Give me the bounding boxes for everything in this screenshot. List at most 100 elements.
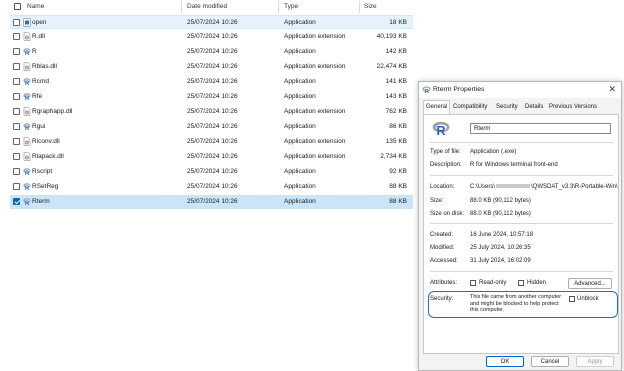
file-date-modified: 25/07/2024 10:26 [187, 63, 238, 70]
file-row[interactable]: R Rgui 25/07/2024 10:26 Application 86 KB [10, 120, 413, 134]
column-header-type[interactable]: Type [284, 3, 298, 10]
attributes-label: Attributes: [430, 280, 458, 286]
svg-text:R: R [437, 124, 446, 136]
unblock-checkbox[interactable] [569, 296, 575, 302]
file-name: open [32, 19, 47, 26]
dialog-titlebar[interactable]: R Rterm Properties ✕ [419, 82, 621, 98]
select-all-checkbox[interactable] [14, 3, 21, 10]
file-row[interactable]: Riconv.dll 25/07/2024 10:26 Application ex… [10, 135, 413, 149]
row-checkbox[interactable] [13, 153, 20, 160]
tab-compatibility[interactable]: Compatibility [451, 101, 489, 114]
row-checkbox[interactable] [13, 198, 20, 205]
security-label: Security: [430, 296, 454, 302]
read-only-label[interactable]: Read-only [479, 280, 506, 286]
file-type: Application [284, 19, 316, 26]
security-warning-text: This file came from another computer and… [470, 294, 562, 313]
apply-button[interactable]: Apply [576, 356, 614, 367]
column-header-size[interactable]: Size [364, 3, 377, 10]
advanced-button[interactable]: Advanced... [568, 278, 612, 289]
file-name: R.dll [32, 33, 46, 40]
column-divider[interactable] [359, 1, 360, 13]
row-checkbox[interactable] [13, 33, 20, 40]
close-button[interactable]: ✕ [608, 84, 616, 95]
r-app-icon: R [23, 77, 31, 87]
row-checkbox[interactable] [13, 78, 20, 85]
app-doc-icon [23, 18, 31, 27]
created-value: 16 June 2024, 10:57:18 [470, 232, 534, 238]
hidden-label[interactable]: Hidden [527, 280, 546, 286]
location-label: Location: [430, 184, 455, 190]
file-explorer-list: Name Date modified Type Size open 25/07/2… [0, 0, 418, 371]
file-row[interactable]: R Rcmd 25/07/2024 10:26 Application 141 KB [10, 75, 413, 89]
description-value: R for Windows terminal front-end [470, 162, 558, 168]
tab-details[interactable]: Details [523, 101, 545, 114]
file-type: Application [284, 168, 316, 175]
unblock-label[interactable]: Unblock [577, 296, 599, 302]
file-date-modified: 25/07/2024 10:26 [187, 123, 238, 130]
tab-previous-versions[interactable]: Previous Versions [547, 101, 599, 114]
file-row[interactable]: Rgraphapp.dll 25/07/2024 10:26 Application… [10, 105, 413, 119]
tab-general[interactable]: General [423, 100, 451, 114]
location-path-end: \QWSDAT_v3.3\R-Portable-Win\ [531, 184, 618, 190]
file-row[interactable]: R Rterm 25/07/2024 10:26 Application 88 KB [10, 195, 413, 209]
row-checkbox[interactable] [13, 138, 20, 145]
row-checkbox[interactable] [13, 93, 20, 100]
file-name: Rgraphapp.dll [32, 108, 73, 115]
file-row[interactable]: R R 25/07/2024 10:26 Application 142 KB [10, 45, 413, 59]
file-row[interactable]: R Rfe 25/07/2024 10:26 Application 143 KB [10, 90, 413, 104]
file-name: RSetReg [32, 183, 59, 190]
r-app-icon: R [23, 197, 31, 207]
file-type: Application [284, 93, 316, 100]
file-size: 40,193 KB [376, 33, 407, 40]
row-checkbox[interactable] [13, 123, 20, 130]
svg-text:R: R [25, 171, 30, 176]
file-date-modified: 25/07/2024 10:26 [187, 198, 238, 205]
accessed-label: Accessed: [430, 258, 458, 264]
ok-button[interactable]: OK [486, 356, 524, 367]
size-on-disk-value: 88.0 KB (90,112 bytes) [470, 211, 531, 217]
svg-text:R: R [25, 96, 30, 101]
file-name: Rgui [32, 123, 46, 130]
column-divider[interactable] [181, 1, 182, 13]
file-row[interactable]: Rblas.dll 25/07/2024 10:26 Application ext… [10, 60, 413, 74]
file-row[interactable]: R Rscript 25/07/2024 10:26 Application 92 KB [10, 165, 413, 179]
file-row[interactable]: R.dll 25/07/2024 10:26 Application extensi… [10, 30, 413, 44]
file-date-modified: 25/07/2024 10:26 [187, 168, 238, 175]
dialog-title: Rterm Properties [433, 86, 485, 93]
file-name-field[interactable]: Rterm [470, 123, 611, 134]
file-date-modified: 25/07/2024 10:26 [187, 138, 238, 145]
file-date-modified: 25/07/2024 10:26 [187, 153, 238, 160]
file-type: Application [284, 123, 316, 130]
column-header-date[interactable]: Date modified [187, 3, 227, 10]
file-type: Application extension [284, 153, 346, 160]
file-date-modified: 25/07/2024 10:26 [187, 108, 238, 115]
tab-bar: General Compatibility Security Details P… [423, 100, 619, 114]
row-checkbox[interactable] [13, 19, 20, 26]
column-header-name[interactable]: Name [27, 3, 44, 10]
tab-security[interactable]: Security [494, 101, 520, 114]
file-type: Application [284, 78, 316, 85]
row-checkbox[interactable] [13, 108, 20, 115]
file-type: Application [284, 183, 316, 190]
column-divider[interactable] [278, 1, 279, 13]
svg-text:R: R [25, 81, 30, 86]
column-header-row: Name Date modified Type Size [0, 0, 418, 13]
file-date-modified: 25/07/2024 10:26 [187, 78, 238, 85]
row-checkbox[interactable] [13, 48, 20, 55]
dll-icon [23, 107, 31, 116]
row-checkbox[interactable] [13, 168, 20, 175]
file-row[interactable]: R RSetReg 25/07/2024 10:26 Application 88 KB [10, 180, 413, 194]
location-value[interactable]: C:\Users\ \QWSDAT_v3.3\R-Portable-Win\ [470, 184, 618, 190]
file-row[interactable]: open 25/07/2024 10:26 Application 18 KB [10, 15, 413, 29]
hidden-checkbox[interactable] [518, 280, 524, 286]
file-size: 762 KB [385, 108, 407, 115]
read-only-checkbox[interactable] [470, 280, 476, 286]
row-checkbox[interactable] [13, 63, 20, 70]
divider [430, 223, 613, 224]
file-row[interactable]: Rlapack.dll 25/07/2024 10:26 Application e… [10, 150, 413, 164]
redacted-username [496, 184, 531, 189]
file-size: 142 KB [385, 48, 407, 55]
r-app-icon: R [23, 47, 31, 57]
cancel-button[interactable]: Cancel [531, 356, 569, 367]
row-checkbox[interactable] [13, 183, 20, 190]
